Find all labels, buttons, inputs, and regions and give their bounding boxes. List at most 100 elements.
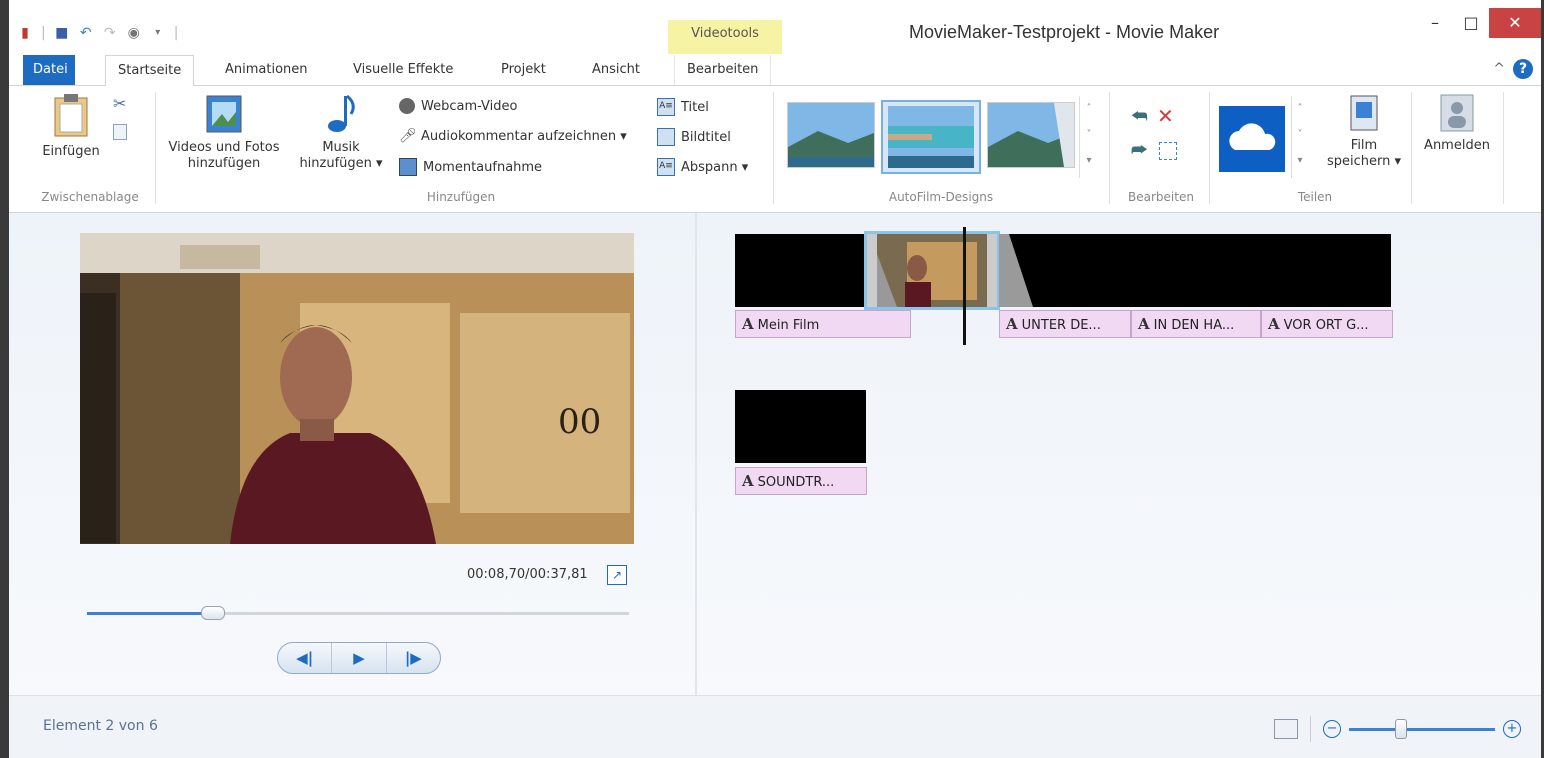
previous-frame-button[interactable]: ◀| <box>278 643 331 673</box>
status-separator <box>1310 716 1311 742</box>
abspann-button[interactable]: A≡ Abspann ▾ <box>657 158 748 176</box>
caption-label: Mein Film <box>757 318 820 333</box>
autofilm-design-2-selected[interactable] <box>881 100 981 174</box>
tab-animationen[interactable]: Animationen <box>213 55 320 85</box>
seek-slider[interactable] <box>87 606 629 620</box>
caption-a-icon: A <box>1138 315 1150 333</box>
film-photo-icon <box>206 95 242 133</box>
caption-item[interactable]: A UNTER DE... <box>999 310 1131 338</box>
svg-text:00: 00 <box>558 402 601 442</box>
seek-progress <box>87 612 212 615</box>
preview-pane: 00 00:08,70/00:37,81 ↗ ◀| ▶ |▶ <box>9 213 695 695</box>
webcam-qat-icon[interactable]: ◉ <box>126 25 142 41</box>
ribbon-separator <box>1209 92 1210 204</box>
webcam-label: Webcam-Video <box>421 98 518 114</box>
anmelden-button[interactable]: Anmelden <box>1417 94 1497 154</box>
microphone-icon: 🎤︎ <box>399 128 417 144</box>
storyboard-view-icon[interactable] <box>1274 719 1298 739</box>
musik-label-line2: hinzufügen ▾ <box>299 156 383 171</box>
minimize-button[interactable]: – <box>1417 8 1453 38</box>
status-bar: Element 2 von 6 − + <box>9 695 1541 758</box>
tab-bearbeiten[interactable]: Bearbeiten <box>674 55 772 85</box>
onedrive-share-button[interactable] <box>1219 106 1285 172</box>
webcam-icon <box>399 98 415 114</box>
zoom-out-button[interactable]: − <box>1323 720 1341 738</box>
maximize-button[interactable]: □ <box>1453 8 1489 38</box>
clip-thumbnail-image <box>867 234 997 307</box>
fullscreen-preview-button[interactable]: ↗ <box>607 565 627 585</box>
group-label-teilen: Teilen <box>1297 190 1333 204</box>
snapshot-icon <box>399 158 417 176</box>
close-button[interactable]: ✕ <box>1489 8 1541 38</box>
movie-maker-window: ▮ | ■ ↶ ↷ ◉ ▾ | Videotools MovieMaker-Te… <box>9 0 1541 758</box>
videos-label-line2: hinzufügen <box>187 156 261 171</box>
select-all-icon[interactable] <box>1159 142 1177 160</box>
rotate-right-icon[interactable]: ⮫ <box>1131 140 1148 161</box>
zoom-slider[interactable] <box>1349 718 1495 739</box>
seek-thumb[interactable] <box>200 606 225 620</box>
copy-icon[interactable] <box>113 124 127 140</box>
context-tab-group-videotools: Videotools <box>668 20 782 54</box>
storyboard-clip-4[interactable] <box>735 390 866 463</box>
delete-icon[interactable]: ✕ <box>1157 104 1174 128</box>
group-label-hinzufuegen: Hinzufügen <box>426 190 496 204</box>
caption-a-icon: A <box>1006 315 1018 333</box>
group-label-bearbeiten: Bearbeiten <box>1128 190 1194 204</box>
bildtitel-button[interactable]: Bildtitel <box>657 128 731 146</box>
caption-item[interactable]: A IN DEN HA... <box>1131 310 1261 338</box>
video-preview: 00 <box>80 233 634 544</box>
caption-label: IN DEN HA... <box>1153 318 1235 333</box>
redo-icon[interactable]: ↷ <box>102 25 118 41</box>
autofilm-design-3[interactable] <box>987 102 1075 168</box>
videos-und-fotos-hinzufuegen-button[interactable]: Videos und Fotos hinzufügen <box>159 94 289 172</box>
webcam-video-button[interactable]: Webcam-Video <box>399 98 517 114</box>
help-icon[interactable]: ? <box>1513 59 1533 79</box>
film-speichern-button[interactable]: Film speichern ▾ <box>1319 94 1409 170</box>
pane-divider[interactable] <box>695 213 697 695</box>
storyboard-clip-3[interactable] <box>999 234 1391 307</box>
musik-hinzufuegen-button[interactable]: Musik hinzufügen ▾ <box>291 94 391 172</box>
caption-item[interactable]: A Mein Film <box>735 310 911 338</box>
app-film-icon[interactable]: ▮ <box>17 25 33 41</box>
titel-label: Titel <box>681 99 709 115</box>
tab-startseite[interactable]: Startseite <box>105 55 195 87</box>
audiokommentar-label: Audiokommentar aufzeichnen ▾ <box>421 128 627 144</box>
next-frame-button[interactable]: |▶ <box>385 643 440 673</box>
playhead[interactable] <box>963 227 966 345</box>
storyboard-clip-1[interactable] <box>735 234 865 307</box>
einfuegen-button[interactable]: Einfügen <box>35 92 107 160</box>
zoom-in-button[interactable]: + <box>1503 720 1521 738</box>
cut-icon[interactable]: ✂ <box>113 94 126 113</box>
collapse-ribbon-icon[interactable]: ^ <box>1493 61 1505 77</box>
bildtitel-label: Bildtitel <box>681 129 731 145</box>
tab-datei[interactable]: Datei <box>23 55 75 85</box>
anmelden-label: Anmelden <box>1424 138 1490 153</box>
window-title: MovieMaker-Testprojekt - Movie Maker <box>909 22 1220 42</box>
audiokommentar-button[interactable]: 🎤︎ Audiokommentar aufzeichnen ▾ <box>399 128 627 144</box>
autofilm-design-1[interactable] <box>787 102 875 168</box>
storyboard-clip-2-selected[interactable] <box>864 231 1000 310</box>
customize-qat-chevron-icon[interactable]: ▾ <box>150 25 166 41</box>
gallery-scroll-control[interactable]: ˄ ˅ ▾ <box>1079 96 1098 178</box>
momentaufnahme-button[interactable]: Momentaufnahme <box>399 158 542 176</box>
rotate-left-icon[interactable]: ⮪ <box>1131 106 1148 127</box>
caption-item[interactable]: A SOUNDTR... <box>735 467 867 495</box>
undo-icon[interactable]: ↶ <box>78 25 94 41</box>
ribbon-tabs: Datei Startseite Animationen Visuelle Ef… <box>9 55 1541 87</box>
title-bar: ▮ | ■ ↶ ↷ ◉ ▾ | Videotools MovieMaker-Te… <box>9 0 1541 55</box>
zoom-thumb[interactable] <box>1395 718 1408 739</box>
tab-visuelle-effekte[interactable]: Visuelle Effekte <box>341 55 465 85</box>
qat-separator: | <box>41 25 46 41</box>
share-gallery-scroll[interactable]: ˄ ˅ ▾ <box>1291 96 1308 178</box>
play-button[interactable]: ▶ <box>331 643 385 673</box>
caption-a-icon: A <box>742 472 754 490</box>
transition-marker-icon <box>999 234 1033 307</box>
caption-item[interactable]: A VOR ORT G... <box>1261 310 1393 338</box>
titel-button[interactable]: A≡ Titel <box>657 98 709 116</box>
tab-ansicht[interactable]: Ansicht <box>580 55 652 85</box>
ribbon-separator <box>155 92 156 204</box>
playback-controls: ◀| ▶ |▶ <box>277 642 441 674</box>
cloud-icon <box>1229 123 1276 150</box>
tab-projekt[interactable]: Projekt <box>489 55 558 85</box>
save-icon[interactable]: ■ <box>54 25 70 41</box>
